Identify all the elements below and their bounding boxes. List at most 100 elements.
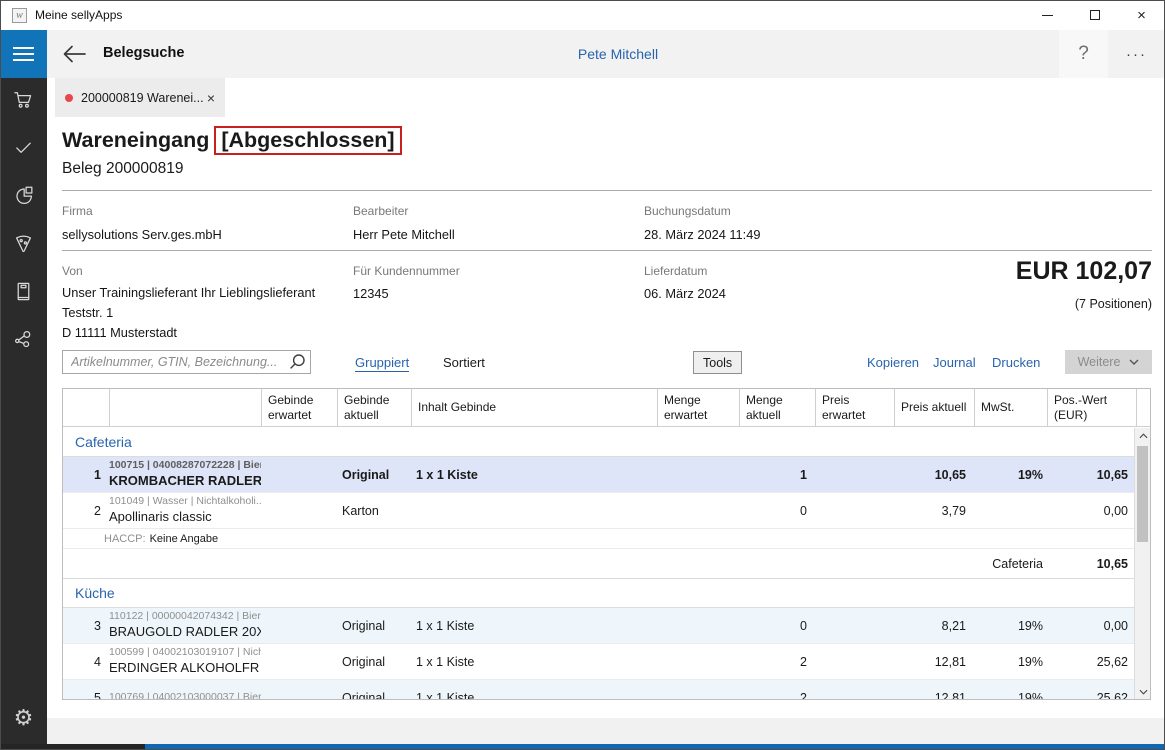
sortiert-toggle[interactable]: Sortiert (443, 355, 485, 370)
von-address-line: Teststr. 1 (62, 303, 315, 323)
close-button[interactable]: × (1118, 0, 1165, 30)
sidebar-item-book[interactable] (0, 270, 47, 318)
search-icon[interactable] (288, 353, 306, 376)
row-number: 4 (63, 655, 109, 669)
share-icon (12, 328, 35, 356)
positions-table: Gebinde erwartetGebinde aktuellInhalt Ge… (62, 388, 1151, 700)
journal-link[interactable]: Journal (933, 355, 976, 370)
book-icon (12, 280, 35, 308)
document-panel: Wareneingang [Abgeschlossen] Beleg 20000… (47, 117, 1165, 718)
unsaved-dot-icon (65, 94, 73, 102)
article-cell: 110122 | 00000042074342 | Bier...BRAUGOL… (109, 610, 261, 641)
bearbeiter-label: Bearbeiter (353, 204, 408, 218)
von-label: Von (62, 264, 83, 278)
tab-label: 200000819 Warenei... (81, 91, 204, 105)
scrollbar-thumb[interactable] (1137, 446, 1148, 542)
scroll-up-icon[interactable] (1135, 428, 1151, 443)
user-name[interactable]: Pete Mitchell (578, 46, 658, 62)
inhalt-gebinde-cell: 1 x 1 Kiste (411, 691, 657, 700)
search-input[interactable] (62, 350, 311, 374)
gebinde-aktuell-cell: Original (337, 655, 411, 669)
haccp-note-row: HACCP: Keine Angabe (63, 529, 1135, 549)
table-row[interactable]: 1100715 | 04008287072228 | Bier...KROMBA… (63, 457, 1135, 493)
divider (62, 190, 1152, 191)
column-header-4[interactable]: Gebinde aktuell (337, 389, 411, 426)
column-header-11[interactable]: Pos.-Wert (EUR) (1047, 389, 1136, 426)
column-header-5[interactable]: Inhalt Gebinde (411, 389, 657, 426)
article-name: Apollinaris classic (109, 509, 261, 526)
kopieren-link[interactable]: Kopieren (867, 355, 919, 370)
taskbar-dark-segment (0, 744, 145, 750)
subtotal-label: Cafeteria (974, 557, 1047, 571)
check-icon (12, 136, 35, 164)
hamburger-menu-button[interactable] (0, 30, 47, 78)
von-address: Unser Trainingslieferant Ihr Lieblingsli… (62, 283, 315, 343)
menge-aktuell-cell: 2 (739, 691, 815, 700)
table-row[interactable]: 3110122 | 00000042074342 | Bier...BRAUGO… (63, 608, 1135, 644)
gruppiert-toggle[interactable]: Gruppiert (355, 355, 409, 372)
vertical-scrollbar[interactable] (1134, 428, 1150, 699)
sidebar-item-check[interactable] (0, 126, 47, 174)
gebinde-aktuell-cell: Original (337, 691, 411, 700)
document-title: Wareneingang (62, 128, 209, 153)
article-code: 100715 | 04008287072228 | Bier... (109, 459, 261, 473)
menge-aktuell-cell: 0 (739, 619, 815, 633)
table-row[interactable]: 2101049 | Wasser | Nichtalkoholi...Apoll… (63, 493, 1135, 529)
group-header[interactable]: Cafeteria (63, 428, 1135, 457)
weitere-label: Weitere (1078, 355, 1121, 369)
preis-aktuell-cell: 8,21 (894, 619, 974, 633)
haccp-value: Keine Angabe (150, 533, 219, 545)
sidebar-item-pizza[interactable] (0, 222, 47, 270)
group-subtotal-row: Cafeteria10,65 (63, 549, 1135, 579)
sidebar-item-share[interactable] (0, 318, 47, 366)
scroll-down-icon[interactable] (1135, 684, 1151, 699)
ellipsis-icon: ··· (1126, 46, 1147, 63)
column-header-3[interactable]: Gebinde erwartet (261, 389, 337, 426)
weitere-dropdown[interactable]: Weitere (1065, 350, 1152, 374)
haccp-label: HACCP: (104, 533, 146, 545)
table-header: Gebinde erwartetGebinde aktuellInhalt Ge… (63, 389, 1150, 427)
maximize-icon (1090, 10, 1100, 20)
positions-count: (7 Positionen) (1075, 297, 1152, 311)
group-header[interactable]: Küche (63, 579, 1135, 608)
sidebar-item-pie-chart[interactable] (0, 174, 47, 222)
table-body: Cafeteria1100715 | 04008287072228 | Bier… (63, 428, 1135, 699)
table-row[interactable]: 4100599 | 04002103019107 | Nich...ERDING… (63, 644, 1135, 680)
preis-aktuell-cell: 12,81 (894, 655, 974, 669)
article-code: 100769 | 04002103000037 | Bier... (109, 691, 261, 699)
inhalt-gebinde-cell: 1 x 1 Kiste (411, 468, 657, 482)
page-title: Belegsuche (103, 45, 184, 61)
more-options-button[interactable]: ··· (1108, 30, 1165, 78)
mwst-cell: 19% (974, 691, 1047, 700)
column-header-10[interactable]: MwSt. (974, 389, 1047, 426)
kundennummer-label: Für Kundennummer (353, 264, 460, 278)
sidebar: ⚙ (0, 30, 47, 744)
maximize-button[interactable] (1071, 0, 1118, 30)
tab-document[interactable]: 200000819 Warenei... × (55, 78, 225, 117)
status-badge: [Abgeschlossen] (214, 126, 401, 155)
article-cell: 100599 | 04002103019107 | Nich...ERDINGE… (109, 646, 261, 677)
firma-value: sellysolutions Serv.ges.mbH (62, 227, 222, 242)
column-header-6[interactable]: Menge erwartet (657, 389, 739, 426)
drucken-link[interactable]: Drucken (992, 355, 1040, 370)
tab-close-icon[interactable]: × (207, 91, 215, 105)
divider (62, 250, 1152, 251)
column-header-7[interactable]: Menge aktuell (739, 389, 815, 426)
bearbeiter-value: Herr Pete Mitchell (353, 227, 455, 242)
tools-button[interactable]: Tools (693, 351, 742, 374)
column-header-8[interactable]: Preis erwartet (815, 389, 894, 426)
taskbar-strip (0, 744, 1165, 750)
document-number: Beleg 200000819 (62, 160, 184, 178)
column-header-9[interactable]: Preis aktuell (894, 389, 974, 426)
back-arrow-icon (61, 43, 87, 65)
row-number: 2 (63, 504, 109, 518)
back-button[interactable] (61, 42, 87, 66)
inhalt-gebinde-cell: 1 x 1 Kiste (411, 655, 657, 669)
sidebar-item-settings[interactable]: ⚙ (0, 698, 47, 738)
minimize-button[interactable] (1024, 0, 1071, 30)
gebinde-aktuell-cell: Karton (337, 504, 411, 518)
table-row[interactable]: 5100769 | 04002103000037 | Bier...Origin… (63, 680, 1135, 699)
sidebar-item-cart[interactable] (0, 78, 47, 126)
subtotal-value: 10,65 (1047, 557, 1135, 571)
help-button[interactable]: ? (1059, 30, 1108, 78)
